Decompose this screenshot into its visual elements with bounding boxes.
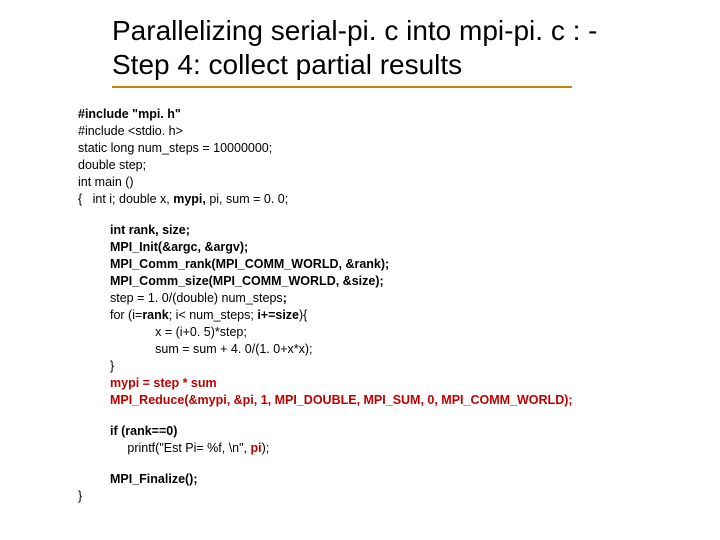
code-frag: ; i< num_steps;: [169, 308, 258, 322]
code-block-2: int rank, size; MPI_Init(&argc, &argv); …: [110, 222, 698, 409]
code-frag: ;: [283, 291, 287, 305]
code-frag: step = 1. 0/(double) num_steps: [110, 291, 283, 305]
title-line-1: Parallelizing serial-pi. c into mpi-pi. …: [112, 15, 598, 46]
code-line: sum = sum + 4. 0/(1. 0+x*x);: [110, 341, 698, 358]
code-line: int main (): [78, 174, 698, 191]
code-frag: i+=size: [257, 308, 299, 322]
code-frag: pi, sum = 0. 0;: [206, 192, 288, 206]
code-line: MPI_Comm_rank(MPI_COMM_WORLD, &rank);: [110, 256, 698, 273]
code-block-4: MPI_Finalize();: [110, 471, 698, 488]
code-frag: ){: [299, 308, 307, 322]
code-line: MPI_Comm_size(MPI_COMM_WORLD, &size);: [110, 273, 698, 290]
code-line: #include <stdio. h>: [78, 123, 698, 140]
code-close-brace: }: [78, 488, 698, 505]
code-line: for (i=rank; i< num_steps; i+=size){: [110, 307, 698, 324]
title-underline: [112, 86, 572, 88]
code-line: MPI_Reduce(&mypi, &pi, 1, MPI_DOUBLE, MP…: [110, 392, 698, 409]
code-frag: );: [262, 441, 270, 455]
code-line: mypi = step * sum: [110, 375, 698, 392]
code-frag: pi: [251, 441, 262, 455]
code-frag: for (i=: [110, 308, 142, 322]
code-frag: printf("Est Pi= %f, \n",: [110, 441, 251, 455]
title-line-2: Step 4: collect partial results: [112, 49, 462, 80]
code-line: int rank, size;: [110, 222, 698, 239]
code-frag: mypi,: [173, 192, 206, 206]
code-line: static long num_steps = 10000000;: [78, 140, 698, 157]
code-line: step = 1. 0/(double) num_steps;: [110, 290, 698, 307]
code-frag: { int i; double x,: [78, 192, 173, 206]
code-line: MPI_Init(&argc, &argv);: [110, 239, 698, 256]
code-line: MPI_Finalize();: [110, 471, 698, 488]
code-body: #include "mpi. h" #include <stdio. h> st…: [78, 106, 698, 505]
slide-title: Parallelizing serial-pi. c into mpi-pi. …: [112, 14, 692, 82]
code-line: x = (i+0. 5)*step;: [110, 324, 698, 341]
code-line: double step;: [78, 157, 698, 174]
code-frag: rank: [142, 308, 168, 322]
code-line: }: [110, 358, 698, 375]
code-line: printf("Est Pi= %f, \n", pi);: [110, 440, 698, 457]
code-line: { int i; double x, mypi, pi, sum = 0. 0;: [78, 191, 698, 208]
code-line: #include "mpi. h": [78, 106, 698, 123]
code-line: if (rank==0): [110, 423, 698, 440]
code-block-3: if (rank==0) printf("Est Pi= %f, \n", pi…: [110, 423, 698, 457]
